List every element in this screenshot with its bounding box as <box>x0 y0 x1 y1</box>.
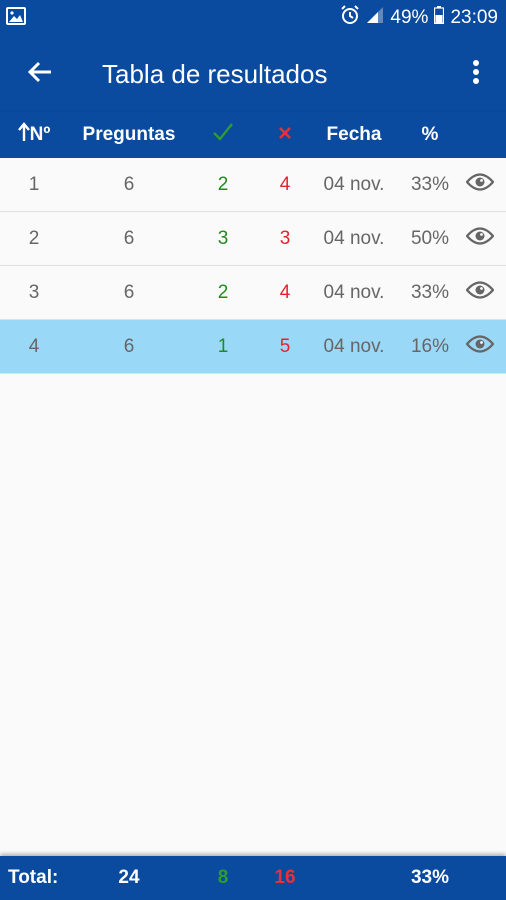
row-number: 3 <box>28 281 40 303</box>
row-date: 04 nov. <box>323 281 385 303</box>
row-correct: 2 <box>217 281 229 303</box>
row-correct: 3 <box>217 227 229 249</box>
battery-icon <box>434 6 445 30</box>
row-date: 04 nov. <box>323 227 385 249</box>
header-number-label: Nº <box>29 124 51 145</box>
view-details-button[interactable] <box>460 266 500 319</box>
header-percent[interactable]: % <box>400 112 460 158</box>
total-percent: 33% <box>410 867 450 888</box>
row-number: 2 <box>28 227 40 249</box>
arrow-left-icon <box>27 60 53 89</box>
status-bar: 49% 23:09 <box>0 0 506 36</box>
eye-icon <box>465 280 495 305</box>
clock: 23:09 <box>450 7 498 28</box>
total-wrong: 16 <box>274 867 296 888</box>
signal-icon <box>366 6 384 30</box>
header-date[interactable]: Fecha <box>314 112 394 158</box>
row-questions: 6 <box>123 335 135 357</box>
table-row[interactable]: 2 6 3 3 04 nov. 50% <box>0 212 506 266</box>
row-number: 4 <box>28 335 40 357</box>
row-percent: 33% <box>410 281 450 303</box>
row-correct: 2 <box>217 173 229 195</box>
cross-icon <box>278 124 292 146</box>
header-questions[interactable]: Preguntas <box>74 112 184 158</box>
row-questions: 6 <box>123 227 135 249</box>
app-bar: Tabla de resultados <box>0 36 506 112</box>
row-date: 04 nov. <box>323 335 385 357</box>
totals-footer: Total: 24 8 16 33% <box>0 856 506 900</box>
header-number[interactable]: Nº <box>8 112 60 158</box>
row-questions: 6 <box>123 173 135 195</box>
row-wrong: 4 <box>279 173 291 195</box>
row-percent: 16% <box>410 335 450 357</box>
header-correct[interactable] <box>200 112 246 158</box>
total-correct: 8 <box>217 867 229 888</box>
arrow-up-icon <box>17 122 30 148</box>
total-label: Total: <box>8 867 59 888</box>
total-questions: 24 <box>118 867 140 888</box>
row-percent: 33% <box>410 173 450 195</box>
eye-icon <box>465 334 495 359</box>
image-notification-icon <box>6 6 26 30</box>
battery-percent: 49% <box>390 7 429 28</box>
table-row[interactable]: 4 6 1 5 04 nov. 16% <box>0 320 506 374</box>
page-title: Tabla de resultados <box>102 58 328 89</box>
eye-icon <box>465 226 495 251</box>
alarm-icon <box>340 5 360 31</box>
row-percent: 50% <box>410 227 450 249</box>
table-row[interactable]: 3 6 2 4 04 nov. 33% <box>0 266 506 320</box>
back-button[interactable] <box>0 36 80 112</box>
view-details-button[interactable] <box>460 158 500 211</box>
table-row[interactable]: 1 6 2 4 04 nov. 33% <box>0 158 506 212</box>
row-wrong: 5 <box>279 335 291 357</box>
row-wrong: 3 <box>279 227 291 249</box>
row-wrong: 4 <box>279 281 291 303</box>
view-details-button[interactable] <box>460 212 500 265</box>
row-date: 04 nov. <box>323 173 385 195</box>
more-vert-icon <box>472 59 480 90</box>
eye-icon <box>465 172 495 197</box>
row-correct: 1 <box>217 335 229 357</box>
row-questions: 6 <box>123 281 135 303</box>
row-number: 1 <box>28 173 40 195</box>
view-details-button[interactable] <box>460 320 500 373</box>
results-list: 1 6 2 4 04 nov. 33% 2 6 3 3 04 nov. 50% 3 6 2 4 04 nov. 3… <box>0 158 506 374</box>
overflow-menu-button[interactable] <box>446 36 506 112</box>
table-header: Nº Preguntas Fecha % <box>0 112 506 158</box>
header-wrong[interactable] <box>262 112 308 158</box>
check-icon <box>212 122 234 148</box>
